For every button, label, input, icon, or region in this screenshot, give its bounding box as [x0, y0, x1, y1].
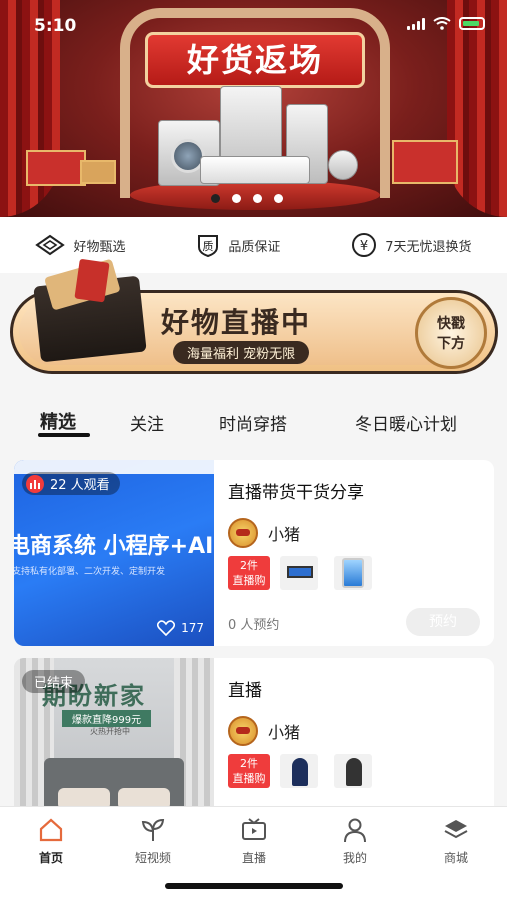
goods-tag-count: 2件 [240, 757, 258, 770]
live-banner-button[interactable]: 快戳 下方 [415, 297, 487, 369]
goods-tag-label: 直播购 [232, 574, 266, 587]
nav-mall[interactable]: 商城 [420, 817, 492, 866]
avatar[interactable] [228, 518, 258, 548]
tv-icon [242, 818, 266, 840]
thumb-headline: 电商系统 小程序+AI [14, 534, 214, 559]
likes[interactable]: 177 [157, 620, 204, 636]
carousel-dots[interactable] [211, 194, 283, 203]
sprout-icon [141, 818, 165, 841]
yuan-glyph: ¥ [360, 239, 368, 254]
signal-icon [407, 18, 425, 30]
category-tabs: 精选 关注 时尚穿搭 冬日暖心计划 [0, 396, 507, 444]
viewer-count: 22 人观看 [50, 478, 110, 493]
layers-icon [444, 820, 468, 839]
product-thumb-dress[interactable] [334, 754, 372, 788]
appliance-ac [200, 156, 310, 184]
gift-box-icon [33, 275, 147, 363]
status-icons [407, 17, 485, 30]
carousel-dot[interactable] [274, 194, 283, 203]
feature-label: 7天无忧退换货 [385, 239, 472, 255]
gift-decor-left [26, 150, 86, 186]
card-title: 直播 [228, 681, 262, 701]
tab-following[interactable]: 关注 [130, 410, 164, 435]
tab-underline [38, 433, 90, 437]
tab-winter-plan[interactable]: 冬日暖心计划 [355, 410, 457, 435]
nav-label: 首页 [38, 851, 63, 865]
feature-label: 好物甄选 [73, 239, 126, 255]
goods-tag-count: 2件 [240, 559, 258, 572]
reserve-count: 0 人预约 [228, 618, 280, 633]
goods-tag: 2件 直播购 [228, 556, 270, 590]
features-bar: 好物甄选 质 品质保证 ¥ 7天无忧退换货 [0, 217, 507, 273]
goods-tag-label: 直播购 [232, 772, 266, 785]
avatar[interactable] [228, 716, 258, 746]
thumb-caption: 支持私有化部署、二次开发、定制开发 [14, 567, 166, 577]
diamond-icon [35, 234, 66, 256]
reserve-button[interactable]: 预约 [406, 608, 480, 636]
nav-home[interactable]: 首页 [15, 817, 87, 866]
appliance-heater [328, 150, 358, 180]
host-name: 小猪 [268, 723, 301, 742]
feature-item: 质 品质保证 [196, 233, 280, 257]
nav-live[interactable]: 直播 [218, 817, 290, 866]
nav-mine[interactable]: 我的 [319, 817, 391, 866]
nav-label: 直播 [241, 851, 266, 865]
live-banner[interactable]: 好物直播中 海量福利 宠粉无限 快戳 下方 [10, 275, 498, 374]
carousel-dot[interactable] [211, 194, 220, 203]
likes-count: 177 [181, 621, 204, 635]
feature-label: 品质保证 [228, 239, 281, 255]
home-icon [39, 818, 63, 842]
shield-quality-glyph: 质 [203, 240, 214, 253]
yuan-circle-icon: ¥ [352, 233, 377, 257]
feature-item: ¥ 7天无忧退换货 [351, 232, 472, 258]
gift-decor-right [392, 140, 458, 184]
tab-fashion[interactable]: 时尚穿搭 [219, 410, 287, 435]
live-banner-subtitle: 海量福利 宠粉无限 [173, 341, 310, 364]
product-thumb-laptop[interactable] [280, 556, 318, 590]
product-thumb-dress[interactable] [280, 754, 318, 788]
home-indicator [165, 883, 343, 889]
status-time: 5:10 [34, 16, 77, 36]
card-title: 直播带货干货分享 [228, 483, 364, 503]
shield-quality-icon: 质 [198, 235, 219, 257]
feature-item: 好物甄选 [35, 234, 125, 256]
tab-featured[interactable]: 精选 [40, 408, 76, 434]
thumb-promo: 爆款直降999元 [62, 710, 152, 727]
status-badge: 已结束 [22, 670, 86, 693]
wifi-icon [433, 17, 451, 30]
nav-label: 商城 [443, 851, 468, 865]
live-banner-title: 好物直播中 [161, 306, 312, 339]
gift-decor-right-2 [80, 160, 116, 184]
carousel-dot[interactable] [232, 194, 241, 203]
user-icon [344, 818, 366, 843]
battery-icon [459, 17, 485, 30]
nav-label: 我的 [342, 851, 367, 865]
live-card[interactable]: 电商系统 小程序+AI 支持私有化部署、二次开发、定制开发 22 人观看 177… [14, 460, 494, 646]
goods-tag: 2件 直播购 [228, 754, 270, 788]
nav-label: 短视频 [134, 851, 171, 865]
heart-icon [157, 620, 176, 636]
carousel-dot[interactable] [253, 194, 262, 203]
live-button-line1: 快戳 [437, 316, 465, 332]
host-name: 小猪 [268, 525, 301, 544]
viewer-badge: 22 人观看 [22, 472, 120, 495]
product-thumb-phone[interactable] [334, 556, 372, 590]
live-bars-icon [26, 474, 44, 493]
nav-short-video[interactable]: 短视频 [117, 817, 189, 866]
status-bar: 5:10 [0, 0, 507, 48]
thumb-promo-sub: 火热开抢中 [90, 727, 130, 736]
live-card-thumbnail[interactable]: 电商系统 小程序+AI 支持私有化部署、二次开发、定制开发 22 人观看 177 [14, 460, 214, 646]
live-button-line2: 下方 [437, 336, 465, 352]
